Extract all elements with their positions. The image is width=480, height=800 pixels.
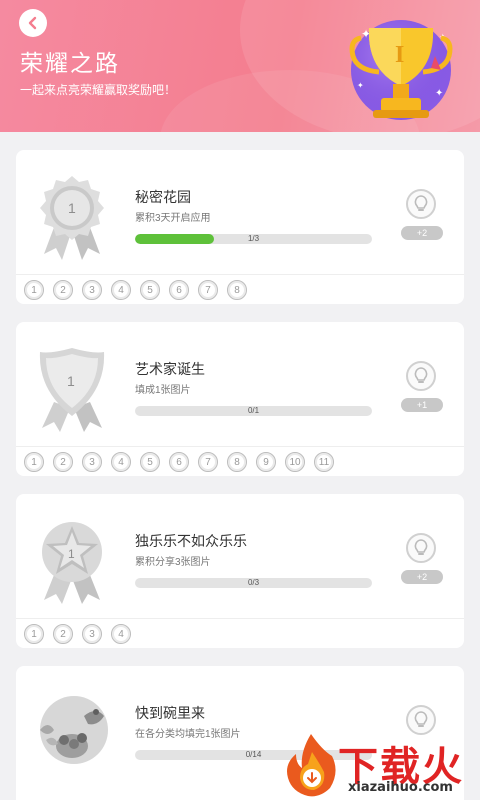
reward-bonus-badge: +2	[401, 226, 443, 240]
svg-text:✦: ✦	[435, 88, 443, 99]
level-badge[interactable]: 4	[111, 452, 131, 472]
lightbulb-icon	[414, 195, 428, 211]
lightbulb-icon	[414, 711, 428, 727]
level-badge[interactable]: 4	[111, 624, 131, 644]
divider	[16, 618, 464, 619]
level-list: 1 2 3 4 5 6 7 8 9 10 11	[24, 452, 334, 472]
level-badge[interactable]: 5	[140, 280, 160, 300]
lightbulb-icon	[414, 539, 428, 555]
level-badge[interactable]: 3	[82, 624, 102, 644]
achievement-title: 艺术家诞生	[135, 361, 205, 377]
divider	[16, 446, 464, 447]
achievement-description: 在各分类均填完1张图片	[135, 729, 241, 740]
reward-button[interactable]	[406, 533, 436, 563]
svg-text:I: I	[395, 42, 404, 68]
level-badge[interactable]: 7	[198, 280, 218, 300]
level-badge[interactable]: 3	[82, 280, 102, 300]
reward-bonus-badge: +1	[401, 398, 443, 412]
shield-medal-icon: 1	[39, 348, 105, 432]
header-banner: 荣耀之路 一起来点亮荣耀赢取奖励吧！ ✦ ✦ ✦ ✦ I	[0, 0, 480, 132]
svg-text:1: 1	[68, 200, 76, 216]
level-badge[interactable]: 1	[24, 280, 44, 300]
level-badge[interactable]: 9	[256, 452, 276, 472]
svg-text:✦: ✦	[357, 81, 364, 90]
svg-text:1: 1	[67, 373, 75, 389]
bowl-medal-icon	[40, 696, 108, 764]
level-badge[interactable]: 2	[53, 280, 73, 300]
page-subtitle: 一起来点亮荣耀赢取奖励吧！	[20, 83, 177, 97]
achievement-card: 1 独乐乐不如众乐乐 累积分享3张图片 0/3 +2 1234	[16, 494, 464, 648]
level-badge[interactable]: 7	[198, 452, 218, 472]
flame-logo-icon	[287, 734, 336, 797]
achievement-card: 1 艺术家诞生 填成1张图片 0/1 +1 1 2 3 4 5 6 7 8 9 10 11	[16, 322, 464, 476]
reward-button[interactable]	[406, 189, 436, 219]
svg-text:1: 1	[68, 547, 75, 561]
level-badge[interactable]: 3	[82, 452, 102, 472]
level-badge[interactable]: 1	[24, 452, 44, 472]
level-badge[interactable]: 5	[140, 452, 160, 472]
reward-button[interactable]	[406, 361, 436, 391]
watermark-url: xiazaihuo.com	[348, 780, 453, 795]
back-button[interactable]	[19, 9, 47, 37]
level-list: 1234	[24, 624, 131, 644]
achievement-description: 累积分享3张图片	[135, 557, 211, 568]
level-badge[interactable]: 6	[169, 452, 189, 472]
level-badge[interactable]: 1	[24, 624, 44, 644]
achievement-description: 填成1张图片	[135, 385, 191, 396]
level-badge[interactable]: 10	[285, 452, 305, 472]
achievement-description: 累积3天开启应用	[135, 213, 211, 224]
page-title: 荣耀之路	[20, 50, 120, 76]
watermark: 下载火 xiazaihuo.com	[282, 732, 480, 800]
reward-button[interactable]	[406, 705, 436, 735]
achievement-title: 快到碗里来	[135, 705, 205, 721]
level-list: 12345678	[24, 280, 247, 300]
level-badge[interactable]: 8	[227, 280, 247, 300]
trophy-icon: ✦ ✦ ✦ ✦ I	[349, 20, 453, 120]
achievement-card: 1 秘密花园 累积3天开启应用 1/3 +2 12345678	[16, 150, 464, 304]
progress-text: 0/3	[247, 578, 260, 587]
reward-bonus-badge: +2	[401, 570, 443, 584]
lightbulb-icon	[414, 367, 428, 383]
level-badge[interactable]: 6	[169, 280, 189, 300]
level-badge[interactable]: 2	[53, 624, 73, 644]
level-badge[interactable]: 4	[111, 280, 131, 300]
level-badge[interactable]: 8	[227, 452, 247, 472]
level-badge[interactable]: 11	[314, 452, 334, 472]
achievement-title: 独乐乐不如众乐乐	[135, 533, 247, 549]
achievement-title: 秘密花园	[135, 189, 191, 205]
progress-text: 0/1	[247, 406, 260, 415]
level-badge[interactable]: 2	[53, 452, 73, 472]
chevron-left-icon	[28, 16, 37, 30]
rosette-medal-icon: 1	[40, 176, 104, 260]
divider	[16, 274, 464, 275]
progress-text: 1/3	[247, 234, 260, 243]
star-medal-icon: 1	[42, 522, 102, 604]
